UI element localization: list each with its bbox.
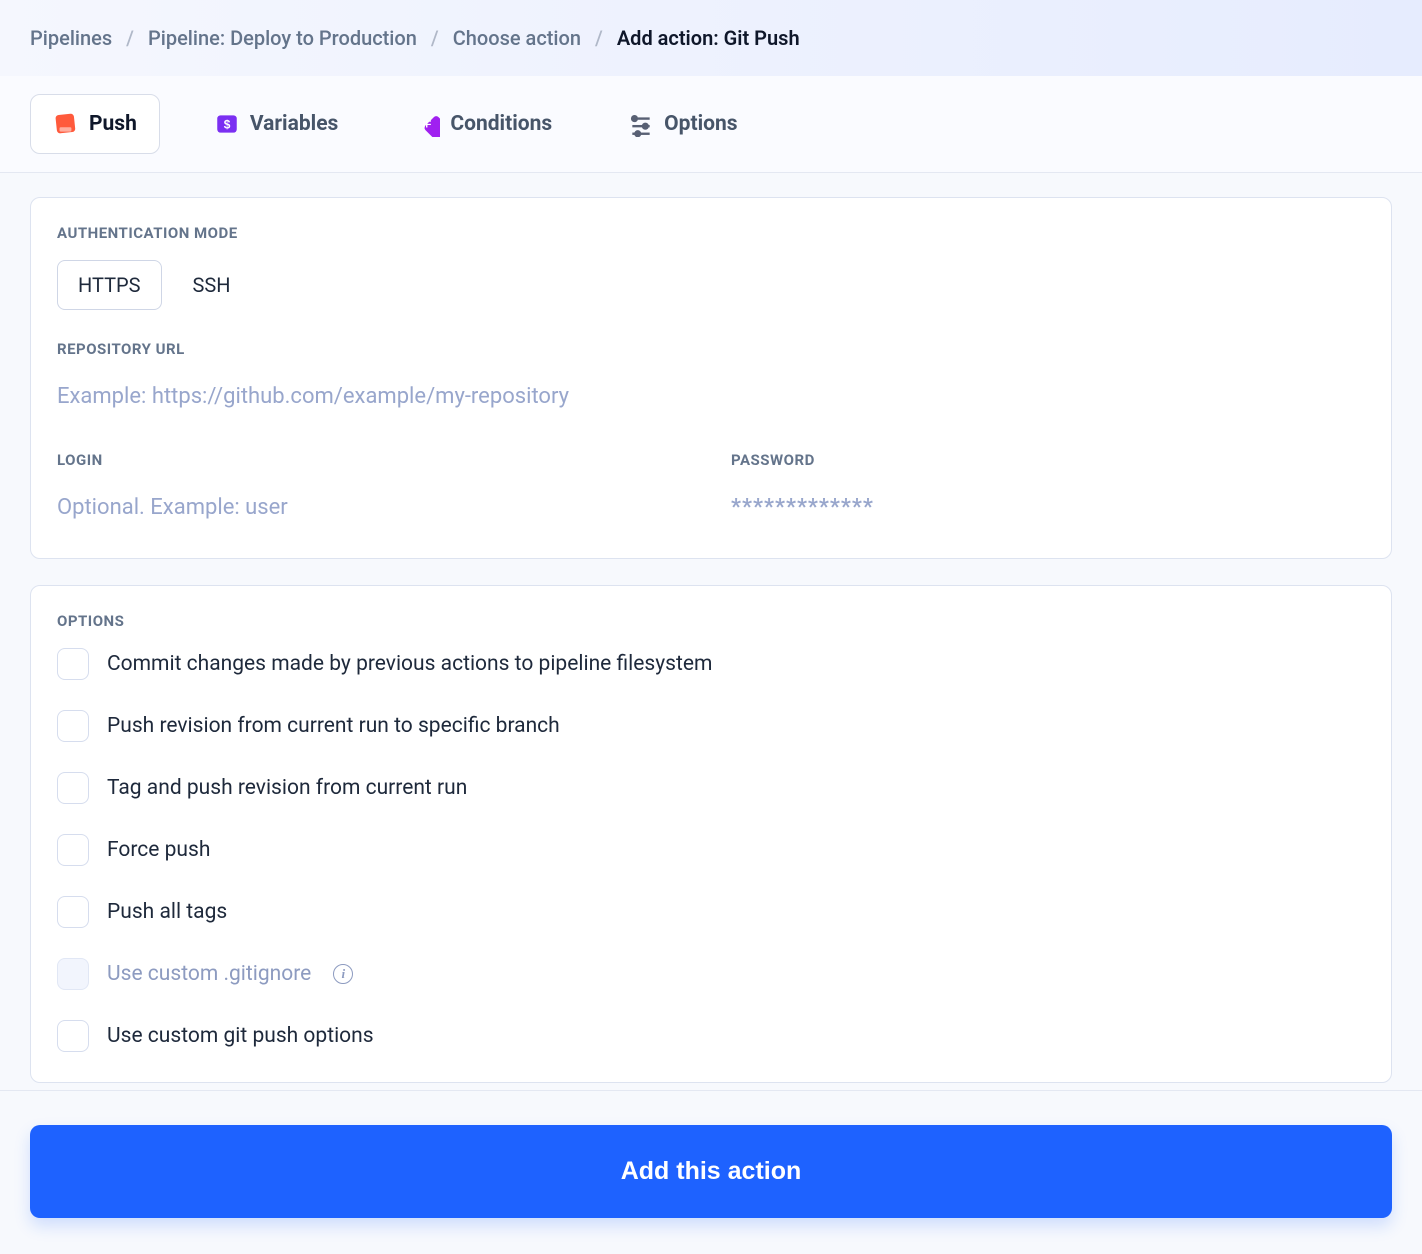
tab-push[interactable]: Push <box>30 94 160 154</box>
login-label: Login <box>57 451 691 469</box>
add-action-button[interactable]: Add this action <box>30 1125 1392 1218</box>
checkbox <box>57 958 89 990</box>
option-row[interactable]: Use custom git push options <box>57 1020 1365 1052</box>
checkbox[interactable] <box>57 1020 89 1052</box>
breadcrumb-separator: / <box>126 26 134 50</box>
repo-url-input[interactable] <box>57 376 1365 417</box>
option-label: Tag and push revision from current run <box>107 776 467 800</box>
options-section-label: Options <box>57 612 1365 630</box>
content-area: Authentication Mode HTTPSSSH Repository … <box>0 173 1422 1119</box>
tab-options[interactable]: Options <box>606 95 759 153</box>
breadcrumb-item[interactable]: Pipelines <box>30 26 112 50</box>
login-input[interactable] <box>57 487 691 528</box>
option-label: Use custom .gitignore <box>107 962 311 986</box>
svg-text:IF: IF <box>423 119 432 130</box>
info-icon[interactable]: i <box>333 964 353 984</box>
checkbox[interactable] <box>57 772 89 804</box>
breadcrumb-item: Add action: Git Push <box>617 26 800 50</box>
page-header: Pipelines / Pipeline: Deploy to Production… <box>0 0 1422 76</box>
auth-card: Authentication Mode HTTPSSSH Repository … <box>30 197 1392 559</box>
option-label: Commit changes made by previous actions … <box>107 652 712 676</box>
auth-mode-label: Authentication Mode <box>57 224 1365 242</box>
option-row[interactable]: Push all tags <box>57 896 1365 928</box>
svg-text:$: $ <box>224 117 231 131</box>
tab-label: Push <box>89 112 137 136</box>
breadcrumb-separator: / <box>431 26 439 50</box>
option-label: Push revision from current run to specif… <box>107 714 560 738</box>
conditions-icon: IF <box>414 111 440 137</box>
checkbox[interactable] <box>57 710 89 742</box>
option-row[interactable]: Force push <box>57 834 1365 866</box>
options-card: Options Commit changes made by previous … <box>30 585 1392 1083</box>
option-label: Use custom git push options <box>107 1024 374 1048</box>
auth-mode-https[interactable]: HTTPS <box>57 260 162 310</box>
options-icon <box>628 111 654 137</box>
option-row[interactable]: Tag and push revision from current run <box>57 772 1365 804</box>
push-icon <box>53 111 79 137</box>
checkbox[interactable] <box>57 896 89 928</box>
option-row[interactable]: Commit changes made by previous actions … <box>57 648 1365 680</box>
tab-label: Variables <box>250 112 338 136</box>
password-input[interactable] <box>731 487 1365 528</box>
option-row[interactable]: Push revision from current run to specif… <box>57 710 1365 742</box>
checkbox[interactable] <box>57 834 89 866</box>
tabs-bar: Push $ Variables IF Conditions Options <box>0 76 1422 173</box>
repo-url-label: Repository URL <box>57 340 1365 358</box>
tab-label: Options <box>664 112 737 136</box>
options-list: Commit changes made by previous actions … <box>57 648 1365 1052</box>
option-label: Force push <box>107 838 210 862</box>
auth-mode-ssh[interactable]: SSH <box>172 260 252 310</box>
option-label: Push all tags <box>107 900 227 924</box>
password-label: Password <box>731 451 1365 469</box>
breadcrumb-item[interactable]: Choose action <box>453 26 581 50</box>
footer-bar: Add this action <box>0 1090 1422 1254</box>
breadcrumb-separator: / <box>595 26 603 50</box>
breadcrumb: Pipelines / Pipeline: Deploy to Production… <box>30 26 1392 50</box>
tab-conditions[interactable]: IF Conditions <box>392 95 574 153</box>
breadcrumb-item[interactable]: Pipeline: Deploy to Production <box>148 26 417 50</box>
tab-variables[interactable]: $ Variables <box>192 95 360 153</box>
tab-label: Conditions <box>450 112 552 136</box>
variables-icon: $ <box>214 111 240 137</box>
option-row: Use custom .gitignore i <box>57 958 1365 990</box>
auth-mode-segmented: HTTPSSSH <box>57 260 252 310</box>
checkbox[interactable] <box>57 648 89 680</box>
